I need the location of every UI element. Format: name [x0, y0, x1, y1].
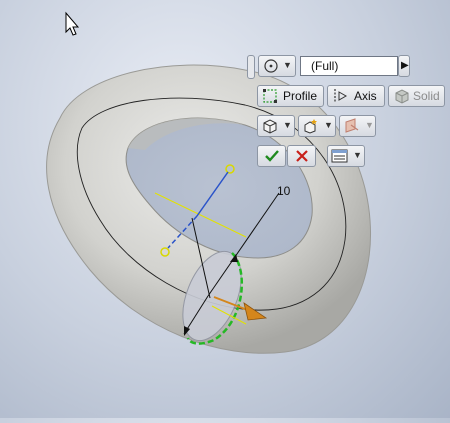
cancel-button[interactable] — [287, 145, 316, 167]
options-dropdown[interactable]: ▼ — [327, 145, 365, 167]
extent-dropdown-arrow[interactable]: ▶ — [398, 55, 410, 77]
solid-output-icon — [263, 119, 277, 134]
chevron-right-icon: ▶ — [401, 60, 409, 71]
extent-value: (Full) — [311, 59, 339, 73]
x-icon — [296, 150, 308, 162]
solid-label: Solid — [413, 89, 440, 103]
mouse-pointer-icon — [65, 11, 80, 36]
axis-label: Axis — [354, 89, 377, 103]
axis-button[interactable]: Axis — [327, 85, 385, 107]
minitoolbar-grip[interactable] — [247, 55, 255, 79]
chevron-down-icon: ▼ — [353, 150, 362, 160]
solid-body-icon — [395, 89, 409, 104]
extent-value-field[interactable]: (Full) — [300, 56, 398, 76]
profile-label: Profile — [283, 89, 318, 103]
direction-icon — [345, 118, 359, 133]
dimension-value[interactable]: 10 — [277, 184, 291, 198]
operation-dropdown[interactable]: ▼ — [298, 115, 336, 137]
chevron-down-icon: ▼ — [365, 120, 374, 130]
profile-button[interactable]: Profile — [257, 85, 324, 107]
profile-select-icon — [263, 89, 277, 103]
chevron-down-icon: ▼ — [283, 60, 292, 70]
chevron-down-icon: ▼ — [324, 120, 333, 130]
output-dropdown[interactable]: ▼ — [257, 115, 295, 137]
options-menu-icon — [331, 149, 348, 163]
direction-dropdown[interactable]: ▼ — [339, 115, 376, 137]
axis-select-icon — [334, 89, 348, 103]
join-operation-icon — [304, 119, 317, 134]
solid-button[interactable]: Solid — [388, 85, 445, 107]
checkmark-icon — [265, 150, 279, 162]
ok-button[interactable] — [257, 145, 286, 167]
extent-type-button[interactable]: ▼ — [258, 55, 296, 77]
chevron-down-icon: ▼ — [283, 120, 292, 130]
extent-circle-icon — [264, 59, 278, 73]
